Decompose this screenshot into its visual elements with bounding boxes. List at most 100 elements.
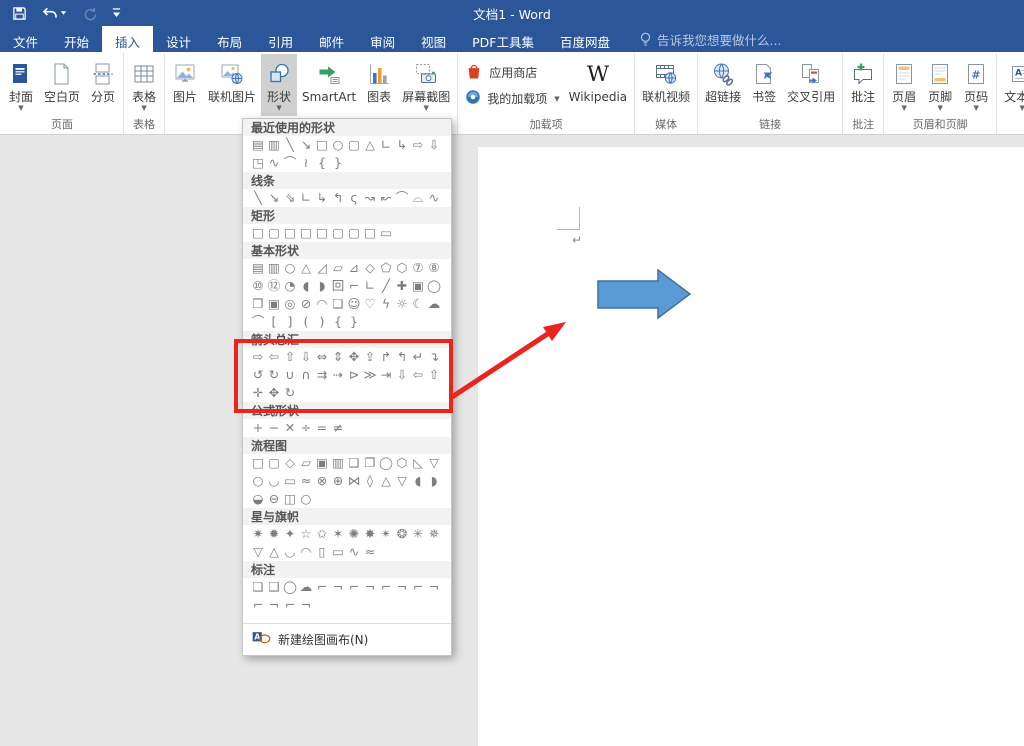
shape-swatch[interactable]: △	[362, 137, 378, 153]
ribbon-button-图表[interactable]: 图表	[361, 54, 397, 116]
ribbon-button-联机图片[interactable]: 联机图片	[203, 54, 261, 116]
shape-swatch[interactable]: ✹	[266, 526, 282, 542]
ribbon-button-我的加载项[interactable]: 我的加载项▼	[464, 88, 559, 109]
shape-swatch[interactable]: ▢	[330, 225, 346, 241]
shape-swatch[interactable]: ✷	[250, 526, 266, 542]
shape-swatch[interactable]: ◗	[314, 278, 330, 294]
ribbon-button-SmartArt[interactable]: SmartArt	[297, 54, 361, 116]
shape-swatch[interactable]: ◒	[250, 491, 266, 507]
customize-qat-icon[interactable]	[112, 8, 121, 18]
shape-swatch[interactable]: ∿	[346, 544, 362, 560]
shape-swatch[interactable]: ⇩	[298, 349, 314, 365]
redo-icon[interactable]	[82, 6, 97, 21]
ribbon-button-空白页[interactable]: 空白页	[39, 54, 85, 116]
shape-swatch[interactable]: =	[314, 420, 330, 436]
undo-icon[interactable]	[42, 6, 67, 20]
shape-swatch[interactable]: ◊	[362, 473, 378, 489]
shape-swatch[interactable]: ▭	[378, 225, 394, 241]
shape-swatch[interactable]: ▥	[266, 137, 282, 153]
shape-swatch[interactable]: □	[298, 225, 314, 241]
shape-swatch[interactable]: ⊘	[298, 296, 314, 312]
shape-swatch[interactable]: ✦	[282, 526, 298, 542]
shape-swatch[interactable]: ○	[330, 137, 346, 153]
shape-swatch[interactable]: ◳	[250, 155, 266, 171]
shape-swatch[interactable]: ◡	[266, 473, 282, 489]
shape-swatch[interactable]: □	[250, 455, 266, 471]
shape-swatch[interactable]: ✶	[330, 526, 346, 542]
ribbon-button-文本框[interactable]: A文本框▼	[999, 54, 1024, 116]
shape-swatch[interactable]: ⇨	[250, 349, 266, 365]
shape-swatch[interactable]: □	[282, 225, 298, 241]
shape-swatch[interactable]: ⇔	[314, 349, 330, 365]
document-arrow-shape[interactable]	[596, 268, 692, 320]
shape-swatch[interactable]: ▽	[394, 473, 410, 489]
shape-swatch[interactable]: ▢	[346, 225, 362, 241]
shape-swatch[interactable]: ◯	[282, 579, 298, 595]
shape-swatch[interactable]: ❏	[250, 579, 266, 595]
shape-swatch[interactable]: ◇	[362, 260, 378, 276]
shape-swatch[interactable]: ◫	[282, 491, 298, 507]
shape-swatch[interactable]: ◺	[410, 455, 426, 471]
shape-swatch[interactable]: ✩	[314, 526, 330, 542]
shape-swatch[interactable]: ⌓	[410, 190, 426, 206]
shape-swatch[interactable]: ⑧	[426, 260, 442, 276]
shape-swatch[interactable]: ❐	[250, 296, 266, 312]
shape-swatch[interactable]: ⇘	[282, 190, 298, 206]
shape-swatch[interactable]: ◔	[282, 278, 298, 294]
shape-swatch[interactable]: ↻	[266, 367, 282, 383]
shape-swatch[interactable]: ╲	[282, 137, 298, 153]
shape-swatch[interactable]: ▽	[250, 544, 266, 560]
shape-swatch[interactable]: ⇥	[378, 367, 394, 383]
shape-swatch[interactable]: ◎	[282, 296, 298, 312]
shape-swatch[interactable]: ⇧	[426, 367, 442, 383]
tab-插入[interactable]: 插入	[102, 26, 153, 52]
shape-swatch[interactable]: }	[330, 155, 346, 171]
shape-swatch[interactable]: ↳	[314, 190, 330, 206]
shape-swatch[interactable]: ╱	[378, 278, 394, 294]
shape-swatch[interactable]: ⌐	[250, 597, 266, 613]
shape-swatch[interactable]: ▤	[250, 260, 266, 276]
shape-swatch[interactable]: ⇦	[266, 349, 282, 365]
shape-swatch[interactable]: ⊿	[346, 260, 362, 276]
shape-swatch[interactable]: ✸	[362, 526, 378, 542]
shape-swatch[interactable]: ☾	[410, 296, 426, 312]
shape-swatch[interactable]: ↳	[394, 137, 410, 153]
ribbon-button-联机视频[interactable]: 联机视频	[637, 54, 695, 116]
shape-swatch[interactable]: ς	[346, 190, 362, 206]
shape-swatch[interactable]: ϟ	[378, 296, 394, 312]
shape-swatch[interactable]: ¬	[298, 597, 314, 613]
shape-swatch[interactable]: ▤	[250, 137, 266, 153]
shape-swatch[interactable]: ⋈	[346, 473, 362, 489]
shape-swatch[interactable]: ⇩	[394, 367, 410, 383]
shape-swatch[interactable]: ¬	[362, 579, 378, 595]
shape-swatch[interactable]: ☁	[426, 296, 442, 312]
ribbon-button-批注[interactable]: 批注	[845, 54, 881, 116]
shape-swatch[interactable]: ✳	[410, 526, 426, 542]
shape-swatch[interactable]: ⌐	[282, 597, 298, 613]
shape-swatch[interactable]: ☼	[394, 296, 410, 312]
shape-swatch[interactable]: ⬡	[394, 260, 410, 276]
shape-swatch[interactable]: ▥	[330, 455, 346, 471]
new-drawing-canvas-item[interactable]: A新建绘图画布(N)	[243, 623, 451, 655]
shape-swatch[interactable]: ⊳	[346, 367, 362, 383]
shape-swatch[interactable]: ⑦	[410, 260, 426, 276]
shape-swatch[interactable]: ☁	[298, 579, 314, 595]
tab-设计[interactable]: 设计	[153, 26, 204, 52]
shape-swatch[interactable]: ↘	[298, 137, 314, 153]
shape-swatch[interactable]: ✚	[394, 278, 410, 294]
shape-swatch[interactable]: ◖	[410, 473, 426, 489]
shape-swatch[interactable]: ✕	[282, 420, 298, 436]
shape-swatch[interactable]: )	[314, 314, 330, 330]
shape-swatch[interactable]: ≈	[298, 473, 314, 489]
shape-swatch[interactable]: ⇉	[314, 367, 330, 383]
shape-swatch[interactable]: ▭	[282, 473, 298, 489]
ribbon-button-分页[interactable]: 分页	[85, 54, 121, 116]
shape-swatch[interactable]: ↜	[378, 190, 394, 206]
shape-swatch[interactable]: ¬	[394, 579, 410, 595]
ribbon-button-表格[interactable]: 表格▼	[126, 54, 162, 116]
tab-视图[interactable]: 视图	[408, 26, 459, 52]
shape-swatch[interactable]: ≫	[362, 367, 378, 383]
shape-swatch[interactable]: ✴	[378, 526, 394, 542]
shape-swatch[interactable]: ⇩	[426, 137, 442, 153]
shape-swatch[interactable]: ▱	[330, 260, 346, 276]
